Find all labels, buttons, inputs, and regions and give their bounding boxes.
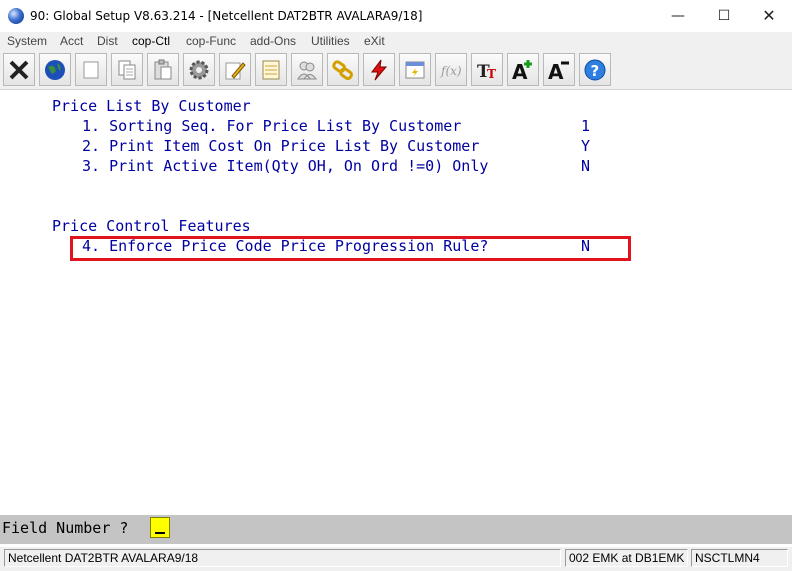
close-button[interactable]: ✕ — [746, 0, 792, 31]
function-button[interactable]: f(x) — [435, 53, 467, 86]
menu-system[interactable]: System — [7, 34, 47, 48]
exit-button[interactable] — [3, 53, 35, 86]
status-bar: Netcellent DAT2BTR AVALARA9/18 002 EMK a… — [0, 547, 792, 571]
exit-icon — [9, 60, 29, 79]
report-button[interactable] — [399, 53, 431, 86]
help-icon: ? — [584, 59, 606, 80]
svg-text:?: ? — [591, 62, 600, 80]
link-icon — [332, 59, 353, 80]
menu-utilities[interactable]: Utilities — [311, 34, 350, 48]
prompt-bar: Field Number ? — [0, 515, 792, 544]
link-button[interactable] — [327, 53, 359, 86]
title-bar: 90: Global Setup V8.63.214 - [Netcellent… — [0, 0, 792, 33]
copy-button[interactable] — [111, 53, 143, 86]
settings-button[interactable] — [183, 53, 215, 86]
paste-button[interactable] — [147, 53, 179, 86]
increase-font-icon: A — [512, 59, 532, 82]
menu-cop-ctl[interactable]: cop-Ctl — [132, 34, 170, 48]
field-3-value[interactable]: N — [581, 157, 590, 175]
copy-icon — [118, 60, 136, 79]
notepad-button[interactable] — [255, 53, 287, 86]
users-button[interactable] — [291, 53, 323, 86]
flash-icon — [371, 59, 388, 80]
field-number-prompt: Field Number ? — [2, 519, 129, 537]
globe-icon — [45, 59, 65, 80]
report-icon — [405, 61, 425, 78]
section-price-control-title: Price Control Features — [52, 217, 251, 235]
decrease-font-button[interactable]: A — [543, 53, 575, 86]
edit-button[interactable] — [219, 53, 251, 86]
menu-exit[interactable]: eXit — [364, 34, 385, 48]
menu-add-ons[interactable]: add-Ons — [250, 34, 296, 48]
field-3-label: 3. Print Active Item(Qty OH, On Ord !=0)… — [82, 157, 489, 175]
highlight-box — [70, 236, 631, 261]
menu-dist[interactable]: Dist — [97, 34, 118, 48]
field-1-value[interactable]: 1 — [581, 117, 590, 135]
field-2-value[interactable]: Y — [581, 137, 590, 155]
users-icon — [297, 61, 317, 79]
minimize-button[interactable]: — — [655, 0, 701, 31]
notepad-icon — [262, 60, 280, 79]
toolbar: f(x) TT A A ? — [0, 51, 792, 90]
status-company: Netcellent DAT2BTR AVALARA9/18 — [4, 549, 561, 567]
font-size-icon: TT — [477, 62, 496, 82]
globe-button[interactable] — [39, 53, 71, 86]
menu-acct[interactable]: Acct — [60, 34, 83, 48]
maximize-button[interactable]: ☐ — [701, 0, 747, 31]
section-price-list-title: Price List By Customer — [52, 97, 251, 115]
increase-font-button[interactable]: A — [507, 53, 539, 86]
menu-cop-func[interactable]: cop-Func — [186, 34, 236, 48]
font-size-button[interactable]: TT — [471, 53, 503, 86]
window-title: 90: Global Setup V8.63.214 - [Netcellent… — [30, 9, 423, 23]
status-machine: NSCTLMN4 — [691, 549, 788, 567]
terminal-screen: Price List By Customer 1. Sorting Seq. F… — [0, 90, 792, 515]
function-icon: f(x) — [440, 64, 462, 78]
status-user: 002 EMK at DB1EMK — [565, 549, 688, 567]
settings-icon — [189, 60, 209, 79]
blank-icon — [83, 61, 99, 78]
svg-text:T: T — [487, 67, 496, 81]
field-1-label: 1. Sorting Seq. For Price List By Custom… — [82, 117, 462, 135]
function-glyph: f(x) — [440, 64, 462, 78]
blank-button[interactable] — [75, 53, 107, 86]
flash-button[interactable] — [363, 53, 395, 86]
app-icon — [8, 8, 24, 24]
decrease-font-icon: A — [548, 60, 569, 82]
edit-icon — [225, 61, 246, 79]
field-number-input[interactable] — [150, 517, 170, 538]
paste-icon — [154, 59, 172, 79]
help-button[interactable]: ? — [579, 53, 611, 86]
field-2-label: 2. Print Item Cost On Price List By Cust… — [82, 137, 480, 155]
menu-bar: System Acct Dist cop-Ctl cop-Func add-On… — [0, 32, 792, 51]
